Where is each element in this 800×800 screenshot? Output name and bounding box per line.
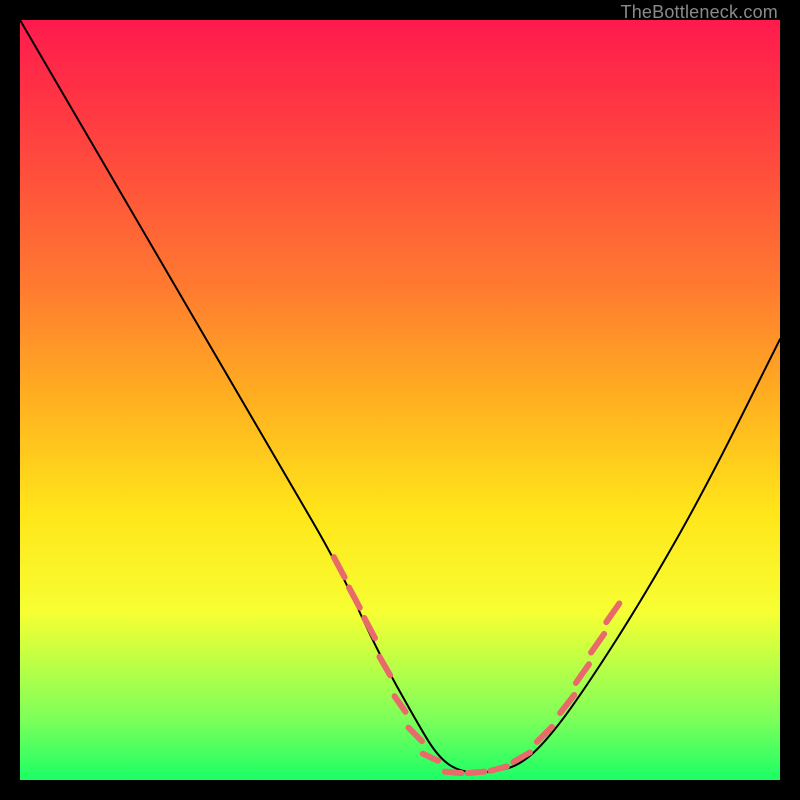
highlight-dashes xyxy=(334,557,619,773)
bottleneck-curve xyxy=(20,20,780,772)
plot-area xyxy=(20,20,780,780)
chart-frame: TheBottleneck.com xyxy=(0,0,800,800)
watermark-label: TheBottleneck.com xyxy=(621,2,778,23)
curve-layer xyxy=(20,20,780,780)
